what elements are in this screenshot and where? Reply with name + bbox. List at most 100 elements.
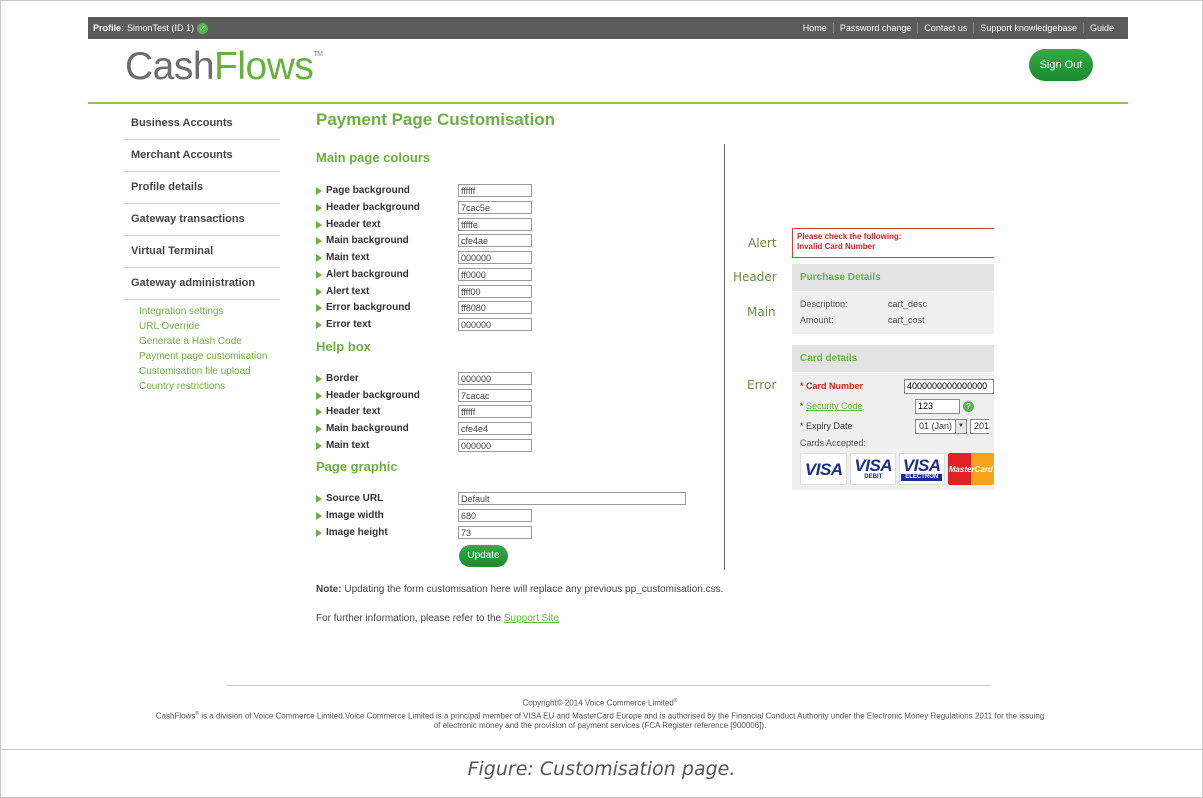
sidebar-subitem-integration-settings[interactable]: Integration settings [139, 304, 280, 319]
main-text-input[interactable] [458, 251, 532, 264]
cashflows-logo[interactable]: CashFlowsTM [125, 45, 323, 89]
sidebar-subitem-payment-page-customisation[interactable]: Payment page customisation [139, 349, 280, 364]
guide-link[interactable]: Guide [1082, 23, 1120, 33]
mastercard-logo: MasterCard [947, 453, 994, 485]
visa-electron-logo-subtext: ELECTRON [901, 474, 943, 481]
update-button[interactable]: Update [459, 545, 508, 567]
page-background-input[interactable] [458, 184, 532, 197]
alert-text-input[interactable] [458, 285, 532, 298]
footer-rule [226, 685, 991, 686]
arrow-icon [316, 374, 322, 383]
note-body: Updating the form customisation here wil… [341, 584, 724, 595]
header-rule [88, 102, 1128, 104]
sidebar-subitem-generate-hash[interactable]: Generate a Hash Code [139, 334, 280, 349]
contact-us-link[interactable]: Contact us [917, 23, 973, 33]
arrow-icon [316, 391, 322, 400]
field-row-error-background: Error background [316, 300, 532, 315]
arrow-icon [316, 494, 322, 503]
visa-debit-logo: VISA DEBIT [850, 453, 896, 485]
sidebar-nav: Business Accounts Merchant Accounts Prof… [123, 108, 280, 394]
sidebar-subitem-url-override[interactable]: URL Override [139, 319, 280, 334]
arrow-icon [316, 220, 322, 229]
arrow-icon [316, 303, 322, 312]
footer-reg-mark: ® [673, 698, 678, 704]
sidebar-item-merchant-accounts[interactable]: Merchant Accounts [123, 140, 280, 172]
amount-label: Amount: [800, 315, 834, 325]
sidebar-item-gateway-administration[interactable]: Gateway administration [123, 268, 280, 300]
further-info: For further information, please refer to… [316, 613, 559, 624]
field-label: Source URL [326, 493, 384, 504]
field-label: Header text [326, 406, 381, 417]
preview-alert-box: Please check the following: Invalid Card… [792, 228, 994, 258]
field-row-main-background: Main background [316, 233, 532, 248]
top-links: Home Password change Contact us Support … [797, 23, 1120, 33]
purchase-details-header: Purchase Details [792, 264, 994, 292]
sidebar-item-virtual-terminal[interactable]: Virtual Terminal [123, 236, 280, 268]
expiry-year-value: 201 [974, 421, 990, 431]
support-site-link[interactable]: Support Site [504, 613, 559, 624]
field-label: Border [326, 373, 359, 384]
help-border-input[interactable] [458, 372, 532, 385]
preview-card-panel: Card details * Card Number * Security Co… [792, 345, 994, 490]
sidebar-item-gateway-transactions[interactable]: Gateway transactions [123, 204, 280, 236]
card-number-input[interactable] [904, 378, 994, 394]
preview-label-error: Error [747, 378, 777, 392]
header-text-input[interactable] [458, 218, 532, 231]
home-link[interactable]: Home [797, 23, 833, 33]
error-background-input[interactable] [458, 301, 532, 314]
caption-divider [0, 749, 1203, 750]
alert-background-input[interactable] [458, 268, 532, 281]
error-text-input[interactable] [458, 318, 532, 331]
profile-label: Profile: [93, 23, 125, 33]
help-icon[interactable]: ? [963, 400, 974, 412]
field-row-help-header-background: Header background [316, 388, 532, 403]
main-background-input[interactable] [458, 234, 532, 247]
field-label: Image height [326, 527, 388, 538]
amount-row: Amount: cart_cost [792, 312, 994, 328]
field-row-error-text: Error text [316, 317, 532, 332]
expiry-month-select[interactable]: 01 (Jan) ▼ [915, 418, 968, 434]
help-header-text-input[interactable] [458, 405, 532, 418]
sidebar-subitem-country-restrictions[interactable]: Country restrictions [139, 379, 280, 394]
cards-accepted-label: Cards Accepted: [800, 438, 867, 448]
footer-copyright: Copyright© 2014 Voice Commerce Limited [522, 698, 674, 708]
field-row-alert-text: Alert text [316, 284, 532, 299]
chevron-down-icon: ▼ [955, 419, 967, 433]
image-height-input[interactable] [458, 526, 532, 539]
sidebar-subitem-customisation-file-upload[interactable]: Customisation file upload [139, 364, 280, 379]
card-number-label: * Card Number [800, 381, 864, 391]
figure-caption: Figure: Customisation page. [467, 758, 736, 780]
header-background-input[interactable] [458, 201, 532, 214]
preview-label-main: Main [747, 305, 776, 319]
password-change-link[interactable]: Password change [832, 23, 918, 33]
preview-purchase-panel: Purchase Details Description: cart_desc A… [792, 264, 994, 334]
security-code-link[interactable]: Security Code [806, 401, 863, 411]
sign-out-button[interactable]: Sign Out [1029, 49, 1093, 81]
top-bar: Profile: SimonTest (ID 1) ✓ Home Passwor… [88, 17, 1128, 39]
preview-divider [724, 144, 725, 570]
support-knowledgebase-link[interactable]: Support knowledgebase [973, 23, 1083, 33]
further-text: For further information, please refer to… [316, 613, 504, 624]
sidebar-item-business-accounts[interactable]: Business Accounts [123, 108, 280, 140]
field-row-header-background: Header background [316, 200, 532, 215]
help-main-background-input[interactable] [458, 422, 532, 435]
sidebar-submenu: Integration settings URL Override Genera… [123, 300, 280, 394]
field-row-image-width: Image width [316, 508, 532, 523]
source-url-input[interactable] [458, 492, 686, 505]
arrow-icon [316, 320, 322, 329]
arrow-icon [316, 511, 322, 520]
card-details-header: Card details [792, 345, 994, 373]
image-width-input[interactable] [458, 509, 532, 522]
security-code-input[interactable] [915, 398, 960, 414]
field-label: Header text [326, 219, 381, 230]
alert-line-1: Please check the following: [797, 232, 902, 241]
help-header-background-input[interactable] [458, 389, 532, 402]
field-row-page-background: Page background [316, 183, 532, 198]
field-row-help-main-background: Main background [316, 421, 532, 436]
field-label: Main background [326, 423, 409, 434]
help-main-text-input[interactable] [458, 439, 532, 452]
field-label: Error background [326, 302, 411, 313]
expiry-year-select[interactable]: 201 [970, 418, 990, 434]
arrow-icon [316, 186, 322, 195]
sidebar-item-profile-details[interactable]: Profile details [123, 172, 280, 204]
